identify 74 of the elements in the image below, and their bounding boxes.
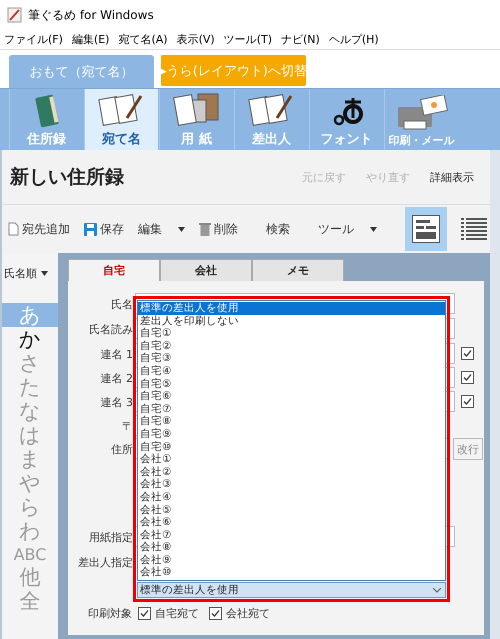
field-label: 氏名読み bbox=[88, 322, 133, 337]
dropdown-option[interactable]: 差出人を印刷しない bbox=[138, 314, 445, 328]
form-tab[interactable]: 自宅 bbox=[68, 259, 160, 281]
checkbox[interactable] bbox=[461, 347, 474, 360]
checkbox[interactable] bbox=[138, 607, 151, 620]
field-label: 住所 bbox=[110, 442, 133, 457]
field-label: 連名 2 bbox=[100, 371, 133, 386]
menu-item[interactable]: ヘルプ(H) bbox=[328, 32, 379, 47]
dropdown-option[interactable]: 自宅⑩ bbox=[138, 440, 445, 454]
dropdown-option[interactable]: 会社① bbox=[138, 453, 445, 466]
dropdown-option[interactable]: 自宅⑨ bbox=[138, 428, 445, 441]
dropdown-option[interactable]: 自宅③ bbox=[138, 352, 445, 365]
dropdown-option[interactable]: 会社④ bbox=[138, 490, 445, 504]
dropdown-option[interactable]: 会社③ bbox=[138, 478, 445, 491]
header-action[interactable]: 詳細表示 bbox=[430, 170, 474, 184]
dropdown-option[interactable]: 自宅④ bbox=[138, 364, 445, 378]
brush-app-icon bbox=[7, 7, 22, 23]
caret-icon bbox=[370, 226, 377, 232]
checkbox-label: 会社宛て bbox=[226, 606, 270, 621]
card-view-button[interactable] bbox=[405, 207, 447, 251]
card-view-icon bbox=[412, 215, 440, 243]
menu-button[interactable]: ツール bbox=[318, 220, 377, 238]
field-label: 〒 bbox=[121, 419, 133, 434]
menu-item[interactable]: ナビ(N) bbox=[281, 32, 320, 47]
toolbar-button[interactable]: 宛先追加 bbox=[8, 220, 70, 238]
dropdown-option[interactable]: 自宅⑦ bbox=[138, 402, 445, 416]
sender-combo-box[interactable]: 標準の差出人を使用 bbox=[137, 582, 446, 598]
dropdown-option[interactable]: 自宅⑧ bbox=[138, 415, 445, 428]
sort-dropdown[interactable]: 氏名順 bbox=[2, 253, 58, 293]
address-book-title: 新しい住所録 bbox=[10, 165, 125, 190]
window-title: 筆ぐるめ for Windows bbox=[28, 6, 154, 24]
field-label: 氏名 bbox=[110, 297, 133, 312]
toolbar-button[interactable]: 保存 bbox=[84, 220, 124, 238]
dropdown-option[interactable]: 会社⑧ bbox=[138, 541, 445, 554]
menu-item[interactable]: 宛て名(A) bbox=[118, 32, 168, 47]
checkbox[interactable] bbox=[209, 607, 222, 620]
dropdown-option[interactable]: 自宅⑥ bbox=[138, 390, 445, 403]
checkbox-label: 自宅宛て bbox=[155, 606, 199, 621]
menu-item[interactable]: ツール(T) bbox=[224, 32, 272, 47]
field-label: 連名 1 bbox=[100, 347, 133, 362]
menu-button[interactable]: 編集 bbox=[138, 220, 185, 238]
checkbox[interactable] bbox=[461, 371, 474, 384]
dropdown-option[interactable]: 自宅⑤ bbox=[138, 378, 445, 390]
dropdown-option[interactable]: 自宅② bbox=[138, 340, 445, 352]
field-label: 用紙指定 bbox=[88, 530, 133, 545]
paper-sheets-icon bbox=[172, 92, 222, 128]
menu-item[interactable]: ファイル(F) bbox=[4, 32, 63, 47]
menu-item[interactable]: 編集(E) bbox=[72, 32, 110, 47]
caret-icon bbox=[178, 226, 185, 232]
dropdown-option[interactable]: 会社⑥ bbox=[138, 516, 445, 529]
caret-icon bbox=[41, 270, 48, 276]
dropdown-option[interactable]: 会社② bbox=[138, 466, 445, 478]
ribbon-button[interactable]: 宛て名 bbox=[84, 89, 158, 150]
toolbar-button[interactable]: 削除 bbox=[199, 220, 238, 238]
trash-icon bbox=[199, 222, 211, 236]
chevron-icon bbox=[433, 588, 441, 593]
dropdown-option[interactable]: 会社⑤ bbox=[138, 504, 445, 516]
dropdown-option[interactable]: 会社⑦ bbox=[138, 528, 445, 542]
list-view-icon bbox=[461, 217, 487, 241]
document-icon bbox=[8, 222, 19, 236]
save-icon bbox=[84, 222, 97, 236]
menu-item[interactable]: 表示(V) bbox=[176, 32, 215, 47]
index-tab[interactable]: か bbox=[2, 327, 58, 351]
checkbox[interactable] bbox=[461, 395, 474, 408]
field-label: 差出人指定 bbox=[77, 555, 133, 570]
dropdown-option[interactable]: 会社⑩ bbox=[138, 566, 445, 580]
field-label: 印刷対象 bbox=[88, 606, 132, 621]
search-button[interactable]: 検索 bbox=[266, 220, 290, 238]
form-tab[interactable]: メモ bbox=[252, 259, 344, 281]
dropdown-option[interactable]: 標準の差出人を使用 bbox=[138, 302, 445, 315]
dropdown-option[interactable]: 会社⑨ bbox=[138, 554, 445, 566]
dropdown-option[interactable]: 自宅① bbox=[138, 327, 445, 340]
field-label: 連名 3 bbox=[100, 395, 133, 410]
form-tab[interactable]: 会社 bbox=[160, 259, 252, 281]
